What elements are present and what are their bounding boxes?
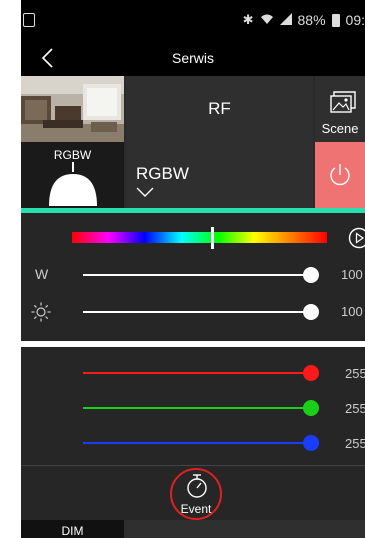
event-button[interactable]: Event	[170, 468, 222, 520]
brightness-slider-knob[interactable]	[303, 304, 319, 320]
event-area: Event	[21, 466, 365, 520]
sun-icon	[31, 302, 51, 322]
battery-percent: 88%	[297, 12, 326, 28]
green-slider-track[interactable]	[83, 407, 311, 409]
lamp-button[interactable]: RGBW	[21, 142, 124, 208]
lamp-icon	[49, 162, 97, 206]
blue-slider-track[interactable]	[83, 442, 311, 444]
red-value: 255	[345, 366, 365, 381]
bottom-bar: DIM	[21, 520, 365, 538]
rgb-panel: 255 255 255	[21, 347, 365, 465]
white-value: 100	[341, 267, 363, 282]
status-right: ✱ 88% 09:	[243, 10, 365, 30]
mode-row: RGBW RGBW	[21, 142, 365, 208]
white-slider-row: W 100	[21, 263, 365, 287]
brightness-value: 100	[341, 304, 363, 319]
event-label: Event	[180, 502, 212, 516]
scene-icon	[330, 91, 356, 113]
green-slider-knob[interactable]	[303, 400, 319, 416]
device-name[interactable]: RF	[126, 76, 313, 142]
chevron-down-icon	[136, 187, 154, 197]
lamp-label: RGBW	[53, 148, 92, 162]
color-panel: W 100 100	[21, 213, 365, 341]
battery-icon	[331, 13, 340, 27]
green-slider-row: 255	[21, 398, 365, 418]
play-icon[interactable]	[348, 226, 365, 250]
power-icon	[330, 164, 350, 186]
page-title: Serwis	[171, 50, 214, 66]
clock: 09:	[345, 12, 365, 28]
mode-dropdown[interactable]: RGBW	[126, 142, 313, 208]
blue-value: 255	[345, 436, 365, 451]
device-row: RF Scene	[21, 76, 365, 142]
blue-slider-knob[interactable]	[303, 435, 319, 451]
brightness-slider-track[interactable]	[83, 311, 311, 313]
red-slider-track[interactable]	[83, 372, 311, 374]
app-screen: ✱ 88% 09: Serwis RF Scene RGBW RGBW W 10…	[21, 0, 365, 538]
power-button[interactable]	[315, 142, 365, 208]
dim-tab[interactable]: DIM	[21, 520, 124, 538]
scene-button[interactable]: Scene	[315, 76, 365, 142]
white-slider-knob[interactable]	[303, 267, 319, 283]
brightness-slider-row: 100	[21, 300, 365, 324]
color-spectrum[interactable]	[72, 232, 327, 243]
bluetooth-icon: ✱	[242, 12, 254, 27]
red-slider-row: 255	[21, 363, 365, 383]
spectrum-handle[interactable]	[211, 227, 215, 249]
signal-icon	[279, 12, 292, 28]
white-slider-track[interactable]	[83, 274, 311, 276]
room-photo[interactable]	[21, 76, 124, 142]
status-bar: ✱ 88% 09:	[21, 0, 365, 40]
wifi-icon	[260, 12, 274, 28]
stopwatch-icon	[187, 474, 207, 498]
app-header: Serwis	[21, 40, 365, 76]
scene-label: Scene	[321, 121, 359, 136]
red-slider-knob[interactable]	[303, 365, 319, 381]
blue-slider-row: 255	[21, 433, 365, 453]
mode-label: RGBW	[136, 164, 189, 183]
green-value: 255	[345, 401, 365, 416]
white-label: W	[35, 266, 49, 282]
notification-icon	[23, 13, 35, 27]
